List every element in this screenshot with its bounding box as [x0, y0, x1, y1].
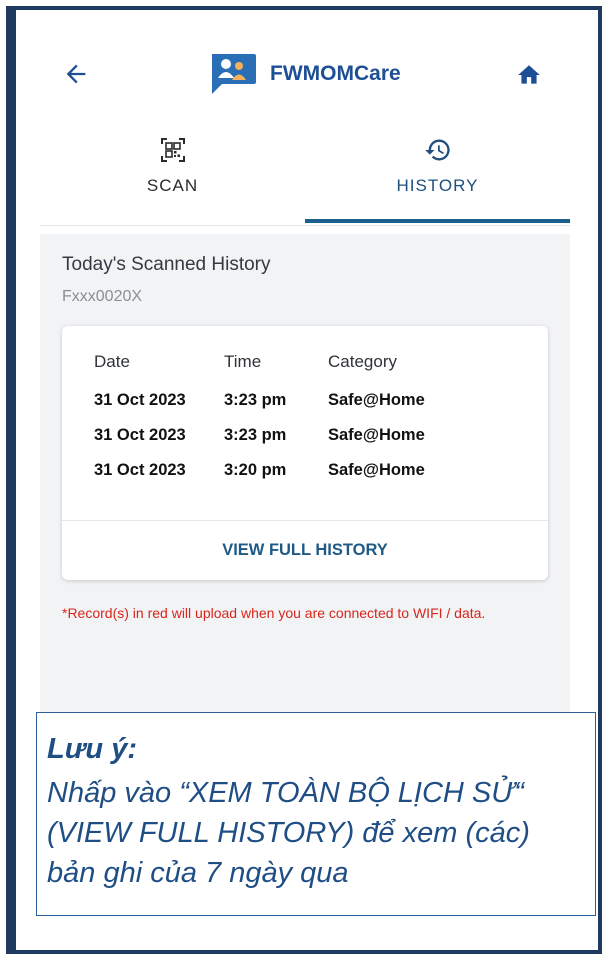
tab-history-label: HISTORY — [396, 176, 479, 195]
phone-screen: FWMOMCare SCAN HISTORY Today's Scanned H… — [40, 20, 570, 780]
slide-left-stripe — [10, 10, 16, 950]
app-title: FWMOMCare — [270, 62, 401, 85]
callout-body: Nhấp vào “XEM TOÀN BỘ LỊCH SỬ“ (VIEW FUL… — [47, 777, 530, 889]
column-header-time: Time — [224, 352, 262, 371]
top-app-bar: FWMOMCare — [40, 20, 570, 120]
column-header-category: Category — [328, 352, 397, 371]
table-row: 31 Oct 2023 3:23 pm Safe@Home — [94, 384, 514, 419]
tab-scan[interactable]: SCAN — [40, 120, 305, 226]
annotation-callout: Lưu ý: Nhấp vào “XEM TOÀN BỘ LỊCH SỬ“ (V… — [36, 712, 596, 916]
back-arrow-icon[interactable] — [62, 60, 90, 88]
history-table: Date Time Category 31 Oct 2023 3:23 pm S… — [94, 352, 514, 489]
row-time: 3:23 pm — [224, 391, 287, 409]
row-category: Safe@Home — [328, 426, 425, 444]
callout-title: Lưu ý: — [47, 733, 137, 765]
history-card: Date Time Category 31 Oct 2023 3:23 pm S… — [62, 326, 548, 580]
view-full-history-button[interactable]: VIEW FULL HISTORY — [62, 520, 548, 580]
qr-code-icon — [160, 138, 185, 162]
row-date: 31 Oct 2023 — [94, 391, 186, 409]
tab-history[interactable]: HISTORY — [305, 120, 570, 226]
app-logo: FWMOMCare — [208, 52, 401, 96]
account-id: Fxxx0020X — [62, 288, 143, 305]
app-logo-icon — [212, 54, 256, 94]
history-icon — [424, 139, 450, 161]
table-row: 31 Oct 2023 3:20 pm Safe@Home — [94, 454, 514, 489]
table-row: 31 Oct 2023 3:23 pm Safe@Home — [94, 419, 514, 454]
row-time: 3:23 pm — [224, 426, 287, 444]
tab-scan-label: SCAN — [146, 176, 199, 195]
table-header-row: Date Time Category — [94, 352, 514, 384]
history-content: Today's Scanned History Fxxx0020X Date T… — [40, 234, 570, 780]
active-tab-indicator — [305, 219, 570, 223]
column-header-date: Date — [94, 352, 130, 371]
row-category: Safe@Home — [328, 461, 425, 479]
row-category: Safe@Home — [328, 391, 425, 409]
row-time: 3:20 pm — [224, 461, 287, 479]
row-date: 31 Oct 2023 — [94, 426, 186, 444]
offline-upload-note: *Record(s) in red will upload when you a… — [62, 605, 486, 621]
tab-bar: SCAN HISTORY — [40, 120, 570, 226]
row-date: 31 Oct 2023 — [94, 461, 186, 479]
section-title: Today's Scanned History — [62, 254, 271, 275]
home-icon[interactable] — [516, 62, 542, 88]
